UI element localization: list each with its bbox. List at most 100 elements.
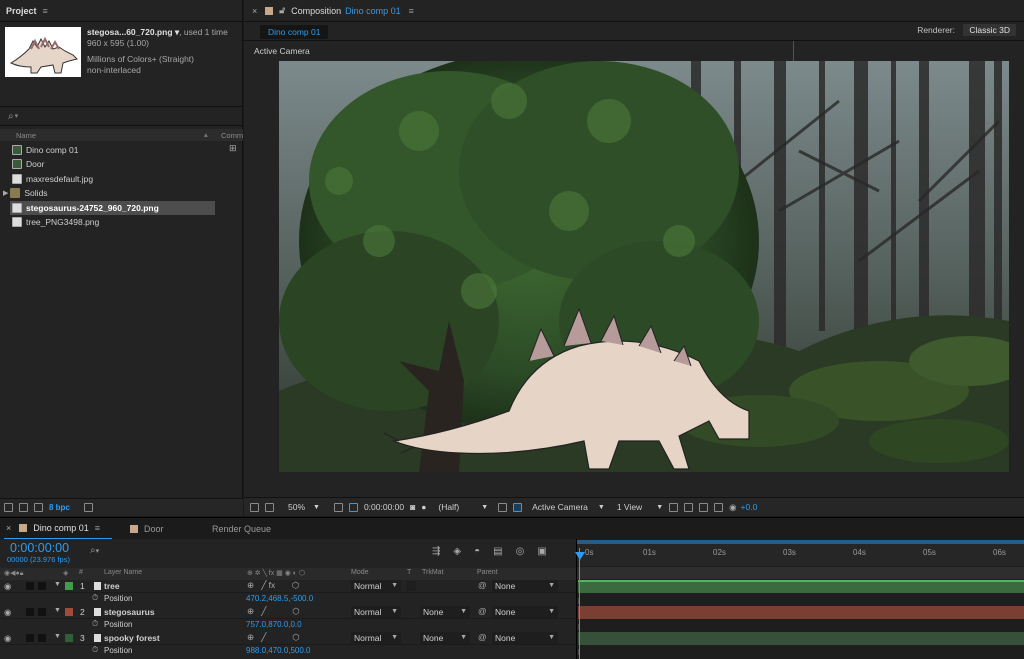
views-dropdown[interactable]: 1 View ▼ (617, 502, 663, 512)
stopwatch-icon[interactable]: ⏱︎ (92, 645, 98, 655)
expand-arrow-icon[interactable]: ▶ (3, 189, 8, 197)
composition-viewer[interactable] (279, 61, 1009, 472)
property-value[interactable]: 988.0,470.0,500.0 (246, 646, 311, 655)
property-row-tree-position[interactable]: ⏱︎ Position 470.2,468.5,-500.0 (0, 593, 576, 606)
stopwatch-icon[interactable]: ⏱︎ (92, 619, 98, 629)
mode-dropdown[interactable]: Normal ▼ (351, 580, 401, 592)
interpret-footage-icon[interactable] (4, 503, 13, 512)
layer-name[interactable]: spooky forest (104, 633, 160, 643)
project-item-stegosaurus[interactable]: stegosaurus-24752_960_720.png (10, 201, 215, 215)
trash-icon[interactable] (83, 503, 93, 512)
exposure-value[interactable]: +0.0 (741, 502, 758, 512)
pickwhip-icon[interactable]: @ (478, 580, 487, 590)
project-item-dino-comp[interactable]: Dino comp 01 (0, 143, 229, 157)
parent-dropdown[interactable]: None ▼ (492, 580, 558, 592)
playhead[interactable] (579, 548, 580, 659)
renderer-button[interactable]: Classic 3D (963, 24, 1016, 36)
solo-toggle[interactable] (26, 634, 34, 642)
flowchart-icon[interactable] (714, 502, 724, 512)
panel-menu-icon[interactable]: ≡ (43, 6, 48, 16)
close-icon[interactable]: × (252, 6, 257, 16)
draft-3d-icon[interactable]: ◈ (453, 546, 461, 557)
camera-dropdown[interactable]: Active Camera ▼ (532, 502, 605, 512)
lock-toggle[interactable] (38, 608, 46, 616)
pickwhip-icon[interactable]: @ (478, 606, 487, 616)
tab-dino-comp[interactable]: × Dino comp 01 ≡ (4, 518, 112, 540)
visibility-eye-icon[interactable]: ◉ (4, 633, 11, 644)
preserve-transparency-toggle[interactable] (406, 581, 416, 591)
solo-toggle[interactable] (26, 582, 34, 590)
layer-switches[interactable]: ⊕ ╱ ⬡ (247, 632, 300, 643)
property-value[interactable]: 757.0,870.0,0.0 (246, 620, 302, 629)
exposure-icon[interactable]: ◉ (729, 502, 736, 513)
project-item-tree[interactable]: tree_PNG3498.png (0, 215, 229, 229)
layer-bar-stegosaurus[interactable] (578, 606, 1024, 619)
file-name[interactable]: stegosa...60_720.png ▾ (87, 27, 179, 37)
new-composition-icon[interactable] (34, 503, 43, 512)
project-item-maxresdefault[interactable]: maxresdefault.jpg (0, 172, 229, 186)
mode-dropdown[interactable]: Normal ▼ (351, 632, 401, 644)
work-area-bar[interactable] (577, 540, 1024, 544)
layer-switches[interactable]: ⊕ ╱ fx ⬡ (247, 580, 299, 591)
column-layer-name[interactable]: Layer Name (104, 569, 142, 576)
panel-menu-icon[interactable]: ≡ (409, 6, 414, 16)
motion-blur-icon[interactable]: ◎ (516, 546, 525, 557)
transparency-icon[interactable] (348, 502, 358, 512)
timeline-icon[interactable] (699, 502, 709, 512)
new-folder-icon[interactable] (19, 503, 28, 512)
parent-dropdown[interactable]: None ▼ (492, 632, 558, 644)
solo-toggle[interactable] (26, 608, 34, 616)
tab-door[interactable]: Door (130, 518, 164, 540)
property-row-spooky-forest-position[interactable]: ⏱︎ Position 988.0,470.0,500.0 (0, 645, 576, 658)
zoom-dropdown[interactable]: 50% ▼ (288, 502, 320, 512)
fast-preview-icon[interactable] (684, 502, 694, 512)
column-name[interactable]: Name (16, 131, 36, 140)
trkmat-dropdown[interactable]: None ▼ (420, 632, 470, 644)
region-icon[interactable] (265, 502, 274, 512)
expand-arrow-icon[interactable]: ▼ (54, 581, 61, 588)
bpc-button[interactable]: 8 bpc (49, 503, 70, 512)
shy-icon[interactable]: ◓ (474, 546, 480, 557)
parent-dropdown[interactable]: None ▼ (492, 606, 558, 618)
visibility-eye-icon[interactable]: ◉ (4, 581, 11, 592)
camera-icon[interactable]: ◙ (410, 502, 415, 512)
time-ruler[interactable]: 0s 01s 02s 03s 04s 05s 06s (577, 544, 1024, 566)
visibility-eye-icon[interactable]: ◉ (4, 607, 11, 618)
color-channels-icon[interactable]: ● (421, 502, 426, 512)
snapshot-icon[interactable] (250, 502, 259, 512)
project-item-door[interactable]: Door (0, 157, 229, 171)
timeline-search-input[interactable]: ⌕▾ (90, 545, 99, 556)
region-of-interest-icon[interactable] (498, 502, 508, 512)
playhead-handle[interactable] (575, 552, 585, 560)
sort-arrow-icon[interactable]: ▴ (204, 130, 208, 139)
composition-tab[interactable]: × 🔓︎ Composition Dino comp 01 ≡ (244, 0, 1024, 22)
flowchart-icon[interactable]: ⊞ (229, 143, 241, 155)
project-search-input[interactable]: ⌕ ▾ (0, 106, 243, 126)
property-row-stegosaurus-position[interactable]: ⏱︎ Position 757.0,870.0,0.0 (0, 619, 576, 632)
current-time[interactable]: 0:00:00:00 (364, 502, 404, 512)
tab-render-queue[interactable]: Render Queue (212, 518, 271, 540)
frame-blend-icon[interactable]: ▤ (493, 546, 502, 557)
toggle-transparency-grid-icon[interactable] (513, 502, 523, 512)
lock-toggle[interactable] (38, 634, 46, 642)
layer-bar-tree[interactable] (578, 580, 1024, 593)
comp-view-tab[interactable]: Dino comp 01 (260, 25, 329, 39)
graph-editor-icon[interactable]: ▣ (537, 546, 546, 557)
expand-arrow-icon[interactable]: ▼ (54, 633, 61, 640)
layer-row-tree[interactable]: ◉ ▼ 1 tree ⊕ ╱ fx ⬡ Normal ▼ @ None ▼ (0, 580, 576, 593)
lock-toggle[interactable] (38, 582, 46, 590)
layer-label-color[interactable] (65, 582, 73, 590)
pickwhip-icon[interactable]: @ (478, 632, 487, 642)
column-comment[interactable]: Comm (221, 131, 243, 140)
layer-switches[interactable]: ⊕ ╱ ⬡ (247, 606, 300, 617)
stopwatch-icon[interactable]: ⏱︎ (92, 593, 98, 603)
mode-dropdown[interactable]: Normal ▼ (351, 606, 401, 618)
grid-icon[interactable] (333, 502, 343, 512)
layer-row-spooky-forest[interactable]: ◉ ▼ 3 spooky forest ⊕ ╱ ⬡ Normal ▼ None ▼ … (0, 632, 576, 645)
close-icon[interactable]: × (6, 523, 11, 533)
resolution-dropdown[interactable]: (Half) ▼ (438, 502, 488, 512)
project-item-solids[interactable]: ▶ Solids (0, 186, 229, 200)
layer-label-color[interactable] (65, 634, 73, 642)
layer-name[interactable]: tree (104, 581, 120, 591)
timeline-timecode[interactable]: 0:00:00:00 (10, 541, 69, 555)
